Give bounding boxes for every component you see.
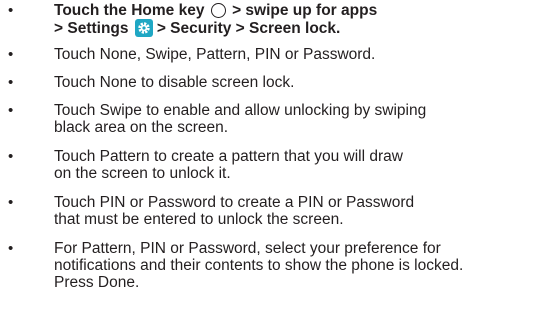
bullet: • [8,194,14,211]
step-line: Touch Pattern to create a pattern that y… [54,148,403,165]
bullet: • [8,74,14,91]
step-text-part: Touch the Home key [54,2,205,19]
step-text: Touch the Home key > swipe up for apps >… [54,2,554,37]
bullet: • [8,148,14,165]
step-line: Press Done. [54,274,140,291]
step-line: notifications and their contents to show… [54,257,464,274]
step-line: on the screen to unlock it. [54,165,231,182]
step-text: Touch None to disable screen lock. [54,74,554,91]
step-line: that must be entered to unlock the scree… [54,211,344,228]
step-line: Touch PIN or Password to create a PIN or… [54,194,415,211]
step-line: > Settings > Security > Screen lock. [54,19,554,37]
step-text: Touch PIN or Password to create a PIN or… [54,194,554,228]
settings-gear-icon [134,19,153,37]
step-text: Touch Swipe to enable and allow unlockin… [54,102,554,136]
bullet: • [8,240,14,257]
step-text: Touch Pattern to create a pattern that y… [54,148,554,182]
step-text-part: > swipe up for apps [232,2,378,19]
bullet: • [8,46,14,63]
bullet: • [8,2,14,19]
step-line: Touch None to disable screen lock. [54,74,295,91]
step-text: For Pattern, PIN or Password, select you… [54,240,554,291]
step-line: black area on the screen. [54,119,229,136]
step-line: Touch Swipe to enable and allow unlockin… [54,102,427,119]
bullet: • [8,102,14,119]
step-text-part: > Settings [54,20,129,37]
step-line: Touch None, Swipe, Pattern, PIN or Passw… [54,46,376,63]
step-line: Touch the Home key > swipe up for apps [54,2,554,19]
step-line: For Pattern, PIN or Password, select you… [54,240,441,257]
step-text-part: > Security > Screen lock. [156,20,341,37]
home-key-icon [210,3,226,18]
step-text: Touch None, Swipe, Pattern, PIN or Passw… [54,46,554,63]
